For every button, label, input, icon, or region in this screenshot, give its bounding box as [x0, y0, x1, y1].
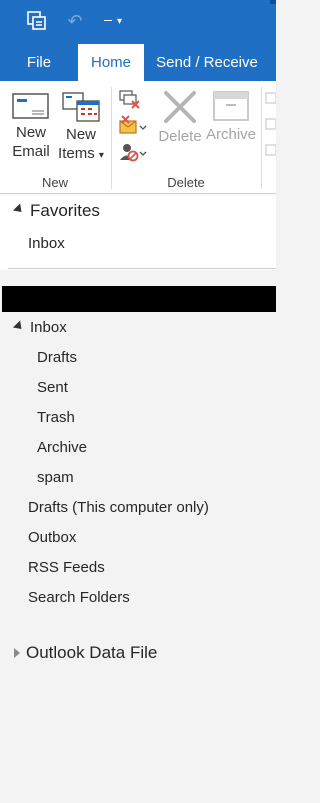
favorites-section: Favorites Inbox — [0, 195, 276, 270]
favorites-header[interactable]: Favorites — [12, 201, 100, 221]
archive-button[interactable]: Archive — [205, 89, 257, 144]
new-items-button[interactable]: New Items ▾ — [56, 89, 106, 165]
chevron-down-icon: ▾ — [98, 150, 104, 161]
archive-icon — [213, 91, 249, 121]
reply-all-icon[interactable] — [262, 115, 276, 135]
folder-spam[interactable]: spam — [37, 469, 74, 486]
archive-label: Archive — [205, 126, 257, 143]
window-edge — [270, 0, 276, 4]
outlook-data-file-header[interactable]: Outlook Data File — [14, 643, 157, 663]
new-items-icon — [62, 92, 100, 122]
folder-rss-feeds[interactable]: RSS Feeds — [28, 559, 105, 576]
folder-trash[interactable]: Trash — [37, 409, 75, 426]
tab-file[interactable]: File — [14, 44, 64, 81]
favorite-folder-inbox[interactable]: Inbox — [28, 235, 65, 252]
clean-up-icon[interactable] — [118, 115, 148, 137]
tab-home[interactable]: Home — [78, 44, 144, 81]
customize-quick-access-icon[interactable]: ▾ — [100, 10, 122, 32]
account-header[interactable] — [2, 286, 276, 312]
sync-icon[interactable] — [26, 10, 48, 32]
favorites-title: Favorites — [30, 201, 100, 220]
expand-caret-icon — [12, 203, 26, 216]
inbox-label: Inbox — [30, 319, 67, 336]
ribbon-separator — [111, 87, 112, 189]
group-label-new: New — [41, 175, 68, 190]
new-email-button[interactable]: New Email — [8, 91, 54, 161]
reply-icon[interactable] — [262, 89, 276, 109]
delete-label: Delete — [158, 128, 202, 145]
junk-icon[interactable] — [118, 141, 148, 163]
title-bar: ↶ ▾ — [0, 0, 276, 44]
collapsed-caret-icon — [14, 647, 20, 658]
group-label-delete: Delete — [167, 175, 205, 190]
chevron-down-icon: ▾ — [116, 15, 122, 27]
folder-sent[interactable]: Sent — [37, 379, 68, 396]
tab-send-receive[interactable]: Send / Receive — [152, 44, 262, 81]
undo-icon[interactable]: ↶ — [64, 10, 86, 32]
folder-archive[interactable]: Archive — [37, 439, 87, 456]
delete-button[interactable]: Delete — [156, 89, 204, 146]
delete-icon — [164, 91, 196, 123]
new-items-line2: Items — [58, 145, 95, 162]
data-file-title: Outlook Data File — [26, 643, 158, 662]
new-email-icon — [12, 93, 49, 119]
folder-search-folders[interactable]: Search Folders — [28, 589, 130, 606]
ignore-icon[interactable] — [118, 89, 148, 111]
inbox-folder[interactable]: Inbox — [12, 319, 67, 336]
folder-drafts-local[interactable]: Drafts (This computer only) — [28, 499, 209, 516]
new-email-line2: Email — [12, 143, 50, 160]
folder-drafts[interactable]: Drafts — [37, 349, 77, 366]
ribbon: New Email New Items ▾ Delete Archive New… — [0, 81, 276, 194]
section-divider — [8, 268, 276, 269]
folder-outbox[interactable]: Outbox — [28, 529, 76, 546]
expand-caret-icon — [12, 320, 26, 333]
forward-icon[interactable] — [262, 141, 276, 161]
new-items-line1: New — [65, 126, 96, 143]
new-email-line1: New — [15, 124, 46, 141]
ribbon-tabs: File Home Send / Receive — [0, 44, 276, 81]
